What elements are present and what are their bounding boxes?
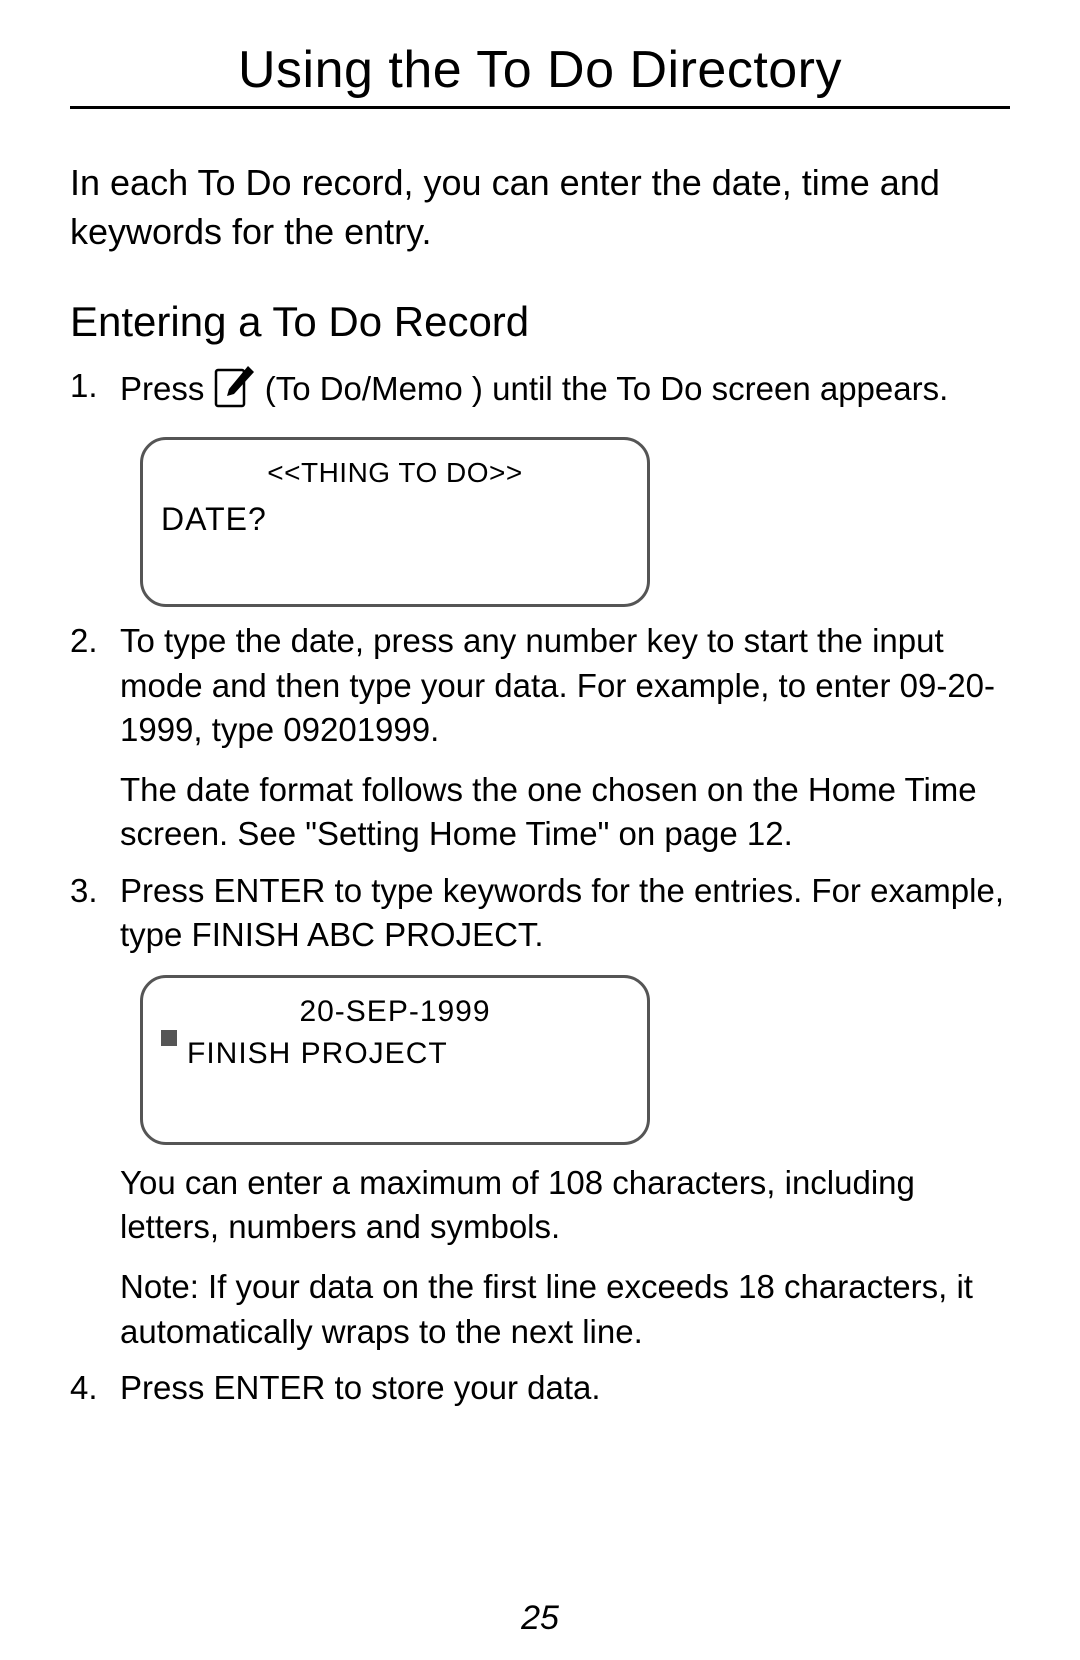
step-2-text: To type the date, press any number key t…	[120, 619, 1010, 752]
todo-memo-button-label: To Do/Memo	[276, 370, 463, 407]
step-4: Press ENTER to store your data.	[70, 1366, 1010, 1410]
step-2: To type the date, press any number key t…	[70, 619, 1010, 856]
step-1: Press (To Do/Memo ) until the To Do scre…	[70, 364, 1010, 607]
step-3: Press ENTER to type keywords for the ent…	[70, 869, 1010, 1354]
step-3-sub-2: Note: If your data on the first line exc…	[120, 1265, 1010, 1353]
step-4-text: Press ENTER to store your data.	[120, 1366, 1010, 1410]
cursor-block-icon	[161, 1030, 177, 1046]
step-2-note: The date format follows the one chosen o…	[120, 768, 1010, 856]
lcd2-line-1: FINISH PROJECT	[187, 1034, 448, 1074]
section-heading: Entering a To Do Record	[70, 298, 1010, 346]
step-1-button-open: (	[265, 370, 276, 407]
lcd2-header: 20-SEP-1999	[161, 992, 629, 1032]
intro-paragraph: In each To Do record, you can enter the …	[70, 159, 1010, 256]
step-1-pre: Press	[120, 370, 214, 407]
page-number: 25	[0, 1599, 1080, 1638]
lcd1-header: <<THING TO DO>>	[161, 454, 629, 492]
page-title: Using the To Do Directory	[70, 40, 1010, 109]
step-1-button-close: )	[463, 370, 483, 407]
step-3-text: Press ENTER to type keywords for the ent…	[120, 869, 1010, 957]
step-3-sub-1: You can enter a maximum of 108 character…	[120, 1161, 1010, 1249]
step-1-post: until the To Do screen appears.	[492, 370, 948, 407]
lcd-screen-1: <<THING TO DO>> DATE?	[140, 437, 650, 607]
steps-list: Press (To Do/Memo ) until the To Do scre…	[70, 364, 1010, 1410]
lcd-screen-2: 20-SEP-1999 FINISH PROJECT	[140, 975, 650, 1145]
lcd1-line-1: DATE?	[161, 498, 629, 541]
memo-pencil-icon	[214, 364, 256, 419]
manual-page: Using the To Do Directory In each To Do …	[0, 0, 1080, 1660]
